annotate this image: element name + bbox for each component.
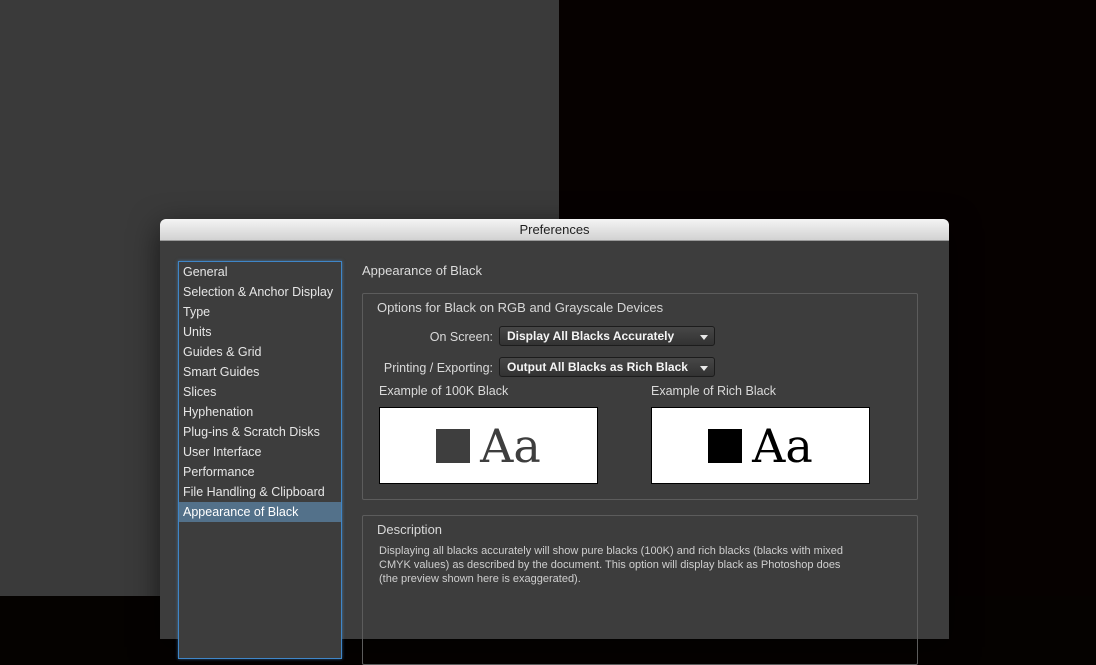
example-rich-aa-text: Aa [752,418,813,473]
example-rich-label: Example of Rich Black [651,384,777,398]
chevron-down-icon [700,335,708,340]
sidebar-item-user-interface[interactable]: User Interface [179,442,341,462]
description-group-title: Description [377,522,443,537]
sidebar-item-performance[interactable]: Performance [179,462,341,482]
panel-title: Appearance of Black [362,263,482,278]
example-100k-aa-text: Aa [480,418,541,473]
example-rich-preview: Aa [651,407,870,484]
dialog-titlebar[interactable]: Preferences [160,219,949,241]
sidebar-item-type[interactable]: Type [179,302,341,322]
example-100k-preview: Aa [379,407,598,484]
preferences-category-list: General Selection & Anchor Display Type … [178,261,342,659]
printing-exporting-dropdown[interactable]: Output All Blacks as Rich Black [499,357,715,377]
example-100k-label: Example of 100K Black [379,384,509,398]
sidebar-item-guides-grid[interactable]: Guides & Grid [179,342,341,362]
description-groupbox: Description Displaying all blacks accura… [362,515,918,665]
dialog-title: Preferences [519,222,590,237]
sidebar-item-appearance-of-black[interactable]: Appearance of Black [179,502,341,522]
description-line: Displaying all blacks accurately will sh… [379,545,844,557]
on-screen-label: On Screen: [429,330,493,344]
sidebar-item-hyphenation[interactable]: Hyphenation [179,402,341,422]
description-line: (the preview shown here is exaggerated). [379,573,581,585]
sidebar-item-selection-anchor-display[interactable]: Selection & Anchor Display [179,282,341,302]
description-line: CMYK values) as described by the documen… [379,559,841,571]
on-screen-dropdown-value: Display All Blacks Accurately [507,329,675,343]
on-screen-dropdown[interactable]: Display All Blacks Accurately [499,326,715,346]
black-100k-swatch [436,428,471,463]
sidebar-item-smart-guides[interactable]: Smart Guides [179,362,341,382]
sidebar-item-units[interactable]: Units [179,322,341,342]
sidebar-item-general[interactable]: General [179,262,341,282]
options-group-title: Options for Black on RGB and Grayscale D… [377,300,664,315]
options-groupbox: Options for Black on RGB and Grayscale D… [362,293,918,500]
rich-black-swatch [708,428,743,463]
chevron-down-icon [700,366,708,371]
printing-exporting-dropdown-value: Output All Blacks as Rich Black [507,360,688,374]
preferences-dialog: Preferences General Selection & Anchor D… [160,219,949,665]
sidebar-item-slices[interactable]: Slices [179,382,341,402]
sidebar-item-file-handling-clipboard[interactable]: File Handling & Clipboard [179,482,341,502]
sidebar-item-plugins-scratch-disks[interactable]: Plug-ins & Scratch Disks [179,422,341,442]
printing-exporting-label: Printing / Exporting: [383,361,493,375]
description-text: Displaying all blacks accurately will sh… [379,544,905,586]
